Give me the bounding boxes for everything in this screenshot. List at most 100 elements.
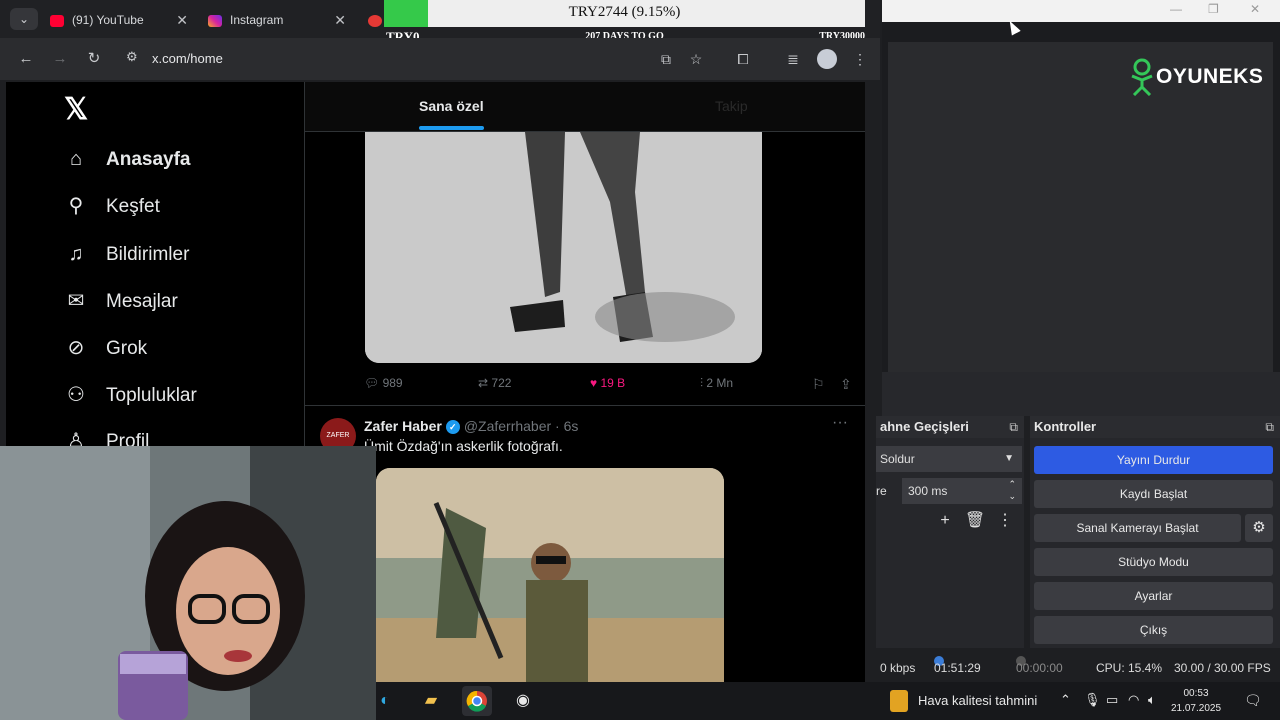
controls-dock-title: Kontroller ⧉: [1030, 416, 1280, 438]
start-virtual-camera-button[interactable]: Sanal Kamerayı Başlat: [1034, 514, 1241, 542]
start-recording-button[interactable]: Kaydı Başlat: [1034, 480, 1273, 508]
float-dock-icon[interactable]: ⧉: [1265, 416, 1274, 438]
obs-icon[interactable]: ◉: [508, 686, 538, 716]
nav-communities[interactable]: ⚇ Topluluklar: [64, 380, 197, 410]
fps-text: 30.00 / 30.00 FPS: [1174, 661, 1271, 675]
extensions-icon[interactable]: ⧠: [733, 49, 753, 69]
mail-icon: ✉: [67, 290, 85, 312]
media-controls-icon[interactable]: ≣: [783, 49, 803, 69]
share-icon[interactable]: ⇪: [840, 376, 852, 393]
instagram-icon: [208, 14, 222, 27]
like-count: 19 B: [600, 376, 626, 390]
install-app-icon[interactable]: ⧉: [656, 49, 676, 69]
reply-button[interactable]: 💬︎ 989: [364, 376, 403, 390]
close-window-icon[interactable]: ✕: [1250, 2, 1260, 16]
nav-label: Mesajlar: [106, 291, 178, 312]
nav-home[interactable]: ⌂ Anasayfa: [64, 144, 191, 174]
notifications-icon[interactable]: 🗨︎: [1244, 692, 1262, 709]
heart-icon: ♥: [590, 376, 598, 390]
weather-text[interactable]: Hava kalitesi tahmini: [918, 693, 1037, 708]
nav-notifications[interactable]: ♫ Bildirimler: [64, 239, 190, 269]
bookmark-star-icon[interactable]: ☆: [686, 49, 706, 69]
views-button[interactable]: ⫶ 2 Mn: [700, 376, 733, 391]
verified-badge-icon: ✓: [445, 420, 460, 435]
author-name[interactable]: Zafer Haber: [364, 418, 442, 434]
nav-label: Keşfet: [106, 196, 160, 217]
stream-time-text: 01:51:29: [934, 661, 981, 675]
tab-search-button[interactable]: ⌄: [10, 8, 38, 30]
post-action-bar: 💬︎ 989 ⇄ 722 ♥ 19 B ⫶ 2 Mn ⚐ ⇪: [364, 374, 854, 394]
repost-button[interactable]: ⇄ 722: [478, 376, 511, 390]
close-tab-icon[interactable]: ✕: [176, 6, 188, 34]
file-explorer-icon[interactable]: ▰: [416, 686, 446, 716]
tab-favicon-icon: [368, 14, 382, 27]
reload-icon[interactable]: ↻: [84, 49, 104, 69]
add-icon[interactable]: +: [930, 512, 960, 530]
post-image[interactable]: [365, 132, 762, 363]
address-bar-row: ← → ↻ ⚙ x.com/home ⧉ ☆ ⧠ ≣ ⋮: [0, 38, 880, 80]
close-tab-icon[interactable]: ✕: [334, 6, 346, 34]
youtube-icon: [50, 14, 64, 27]
tab-youtube[interactable]: (91) YouTube ✕: [50, 6, 188, 34]
stop-streaming-button[interactable]: Yayını Durdur: [1034, 446, 1273, 474]
soldier-rifle-photo-graphic: [376, 468, 724, 682]
tab-following[interactable]: Takip: [715, 98, 748, 114]
bookmark-icon[interactable]: ⚐: [812, 376, 825, 393]
system-clock[interactable]: 00:53 21.07.2025: [1166, 686, 1226, 716]
url-field[interactable]: x.com/home: [152, 51, 223, 66]
forward-icon[interactable]: →: [50, 49, 70, 69]
reply-count: 989: [382, 376, 403, 390]
view-count: 2 Mn: [706, 376, 734, 390]
author-handle[interactable]: @Zaferrhaber · 6s: [464, 418, 579, 434]
minimize-icon[interactable]: —: [1170, 2, 1182, 16]
back-icon[interactable]: ←: [16, 49, 36, 69]
tab-instagram[interactable]: Instagram ✕: [208, 6, 346, 34]
spinner-icon[interactable]: ⌃ ⌄: [1008, 478, 1016, 502]
more-options-icon[interactable]: ···: [832, 414, 848, 432]
network-icon[interactable]: ▭: [1106, 692, 1118, 708]
tab-label: (91) YouTube: [72, 13, 144, 27]
x-logo-icon[interactable]: 𝕏: [64, 92, 88, 127]
chevron-up-icon[interactable]: ⌃: [1060, 692, 1071, 708]
studio-mode-button[interactable]: Stüdyo Modu: [1034, 548, 1273, 576]
float-dock-icon[interactable]: ⧉: [1009, 416, 1018, 438]
duration-label: re: [876, 484, 887, 498]
maximize-icon[interactable]: ❐: [1208, 2, 1219, 16]
cpu-usage-text: CPU: 15.4%: [1096, 661, 1163, 675]
nav-messages[interactable]: ✉ Mesajlar: [64, 286, 178, 316]
nav-explore[interactable]: ⚲ Keşfet: [64, 191, 160, 221]
site-settings-icon[interactable]: ⚙: [126, 49, 138, 65]
nav-grok[interactable]: ⊘ Grok: [64, 333, 148, 363]
more-options-icon[interactable]: ⋮: [990, 510, 1020, 530]
edge-icon[interactable]: ◐: [370, 686, 400, 716]
home-icon: ⌂: [69, 148, 83, 170]
oyuneks-logo: OYUNEKS: [1128, 58, 1263, 98]
logo-figure-icon: [1131, 58, 1153, 96]
chrome-logo-graphic: [466, 690, 487, 712]
duration-value: 300 ms: [908, 484, 948, 498]
gear-icon[interactable]: ⚙: [1245, 514, 1273, 542]
grok-icon: ⊘: [67, 337, 85, 359]
tab-other[interactable]: [368, 6, 384, 34]
profile-avatar[interactable]: [817, 49, 837, 69]
speaker-icon[interactable]: 🔈︎: [1148, 692, 1156, 708]
clock-date: 21.07.2025: [1170, 703, 1222, 714]
transition-duration-field[interactable]: 300 ms ⌃ ⌄: [902, 478, 1022, 504]
transition-type-select[interactable]: Soldur ▼: [876, 446, 1022, 472]
tab-for-you[interactable]: Sana özel: [419, 98, 484, 130]
settings-button[interactable]: Ayarlar: [1034, 582, 1273, 610]
weather-icon[interactable]: [890, 690, 908, 712]
tweet-image[interactable]: [376, 468, 724, 682]
exit-button[interactable]: Çıkış: [1034, 616, 1273, 644]
streamer-webcam-graphic: [0, 446, 376, 720]
tweet-header: Zafer Haber ✓ @Zaferrhaber · 6s: [364, 418, 579, 435]
more-menu-icon[interactable]: ⋮: [850, 49, 870, 69]
wifi-icon[interactable]: ◠: [1128, 692, 1139, 708]
logo-text: OYUNEKS: [1156, 65, 1264, 88]
like-button[interactable]: ♥ 19 B: [590, 376, 625, 390]
microphone-icon[interactable]: 🎙︎: [1084, 692, 1101, 708]
obs-title-bar: — ❐ ✕: [882, 0, 1280, 22]
dock-title-text: Kontroller: [1034, 419, 1097, 434]
chrome-icon[interactable]: [462, 686, 492, 716]
trash-icon[interactable]: 🗑︎: [960, 510, 990, 530]
